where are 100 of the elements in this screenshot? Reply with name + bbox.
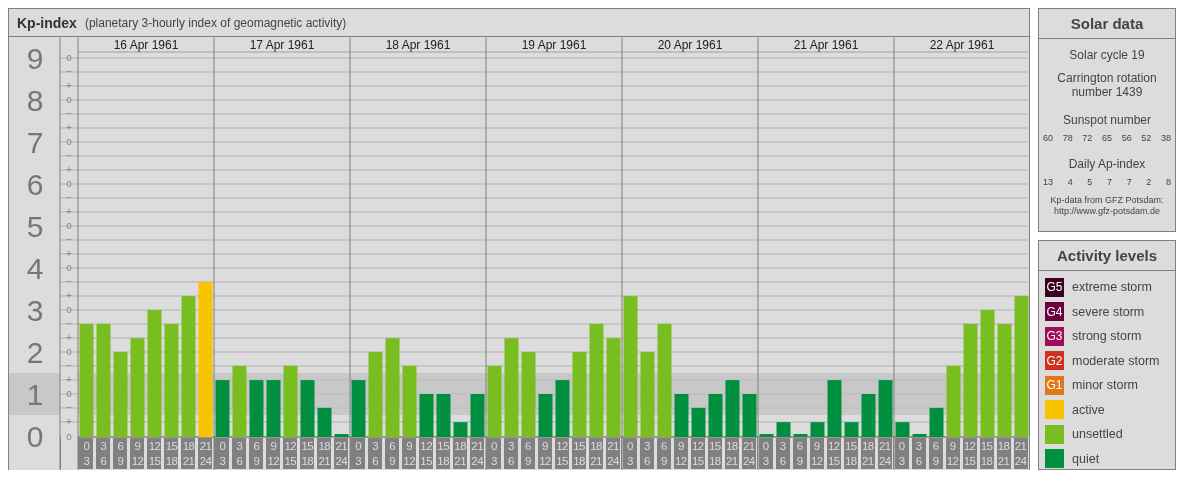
hour-range-label: 3 6 <box>368 438 383 469</box>
panel-subtitle: (planetary 3-hourly index of geomagnetic activity) <box>84 15 347 30</box>
tick-label: − <box>66 276 72 288</box>
hour-range-label: 6 9 <box>249 438 264 469</box>
tick-label: o <box>66 262 72 274</box>
level-label: unsettled <box>1072 427 1123 442</box>
tick-label: − <box>66 360 72 372</box>
hour-range-label: 21 24 <box>334 438 349 469</box>
tick-label: + <box>66 416 72 428</box>
level-label: minor storm <box>1072 378 1138 393</box>
hour-range-label: 3 6 <box>232 438 247 469</box>
tick-label: − <box>66 402 72 414</box>
axis-label: 0 <box>26 420 44 453</box>
sunspot-value: 52 <box>1141 133 1152 143</box>
hour-range-label: 12 15 <box>283 438 298 469</box>
hour-range-label: 15 18 <box>436 438 451 469</box>
hour-range-label: 12 15 <box>419 438 434 469</box>
tick-label: − <box>66 66 72 78</box>
tick-label: + <box>66 332 72 344</box>
hour-range-label: 3 6 <box>96 438 111 469</box>
level-badge: G5 <box>1045 277 1064 297</box>
axis-label: 2 <box>26 335 44 369</box>
sunspot-value: 38 <box>1160 133 1171 143</box>
tick-label: o <box>66 94 72 106</box>
level-label: strong storm <box>1072 329 1142 344</box>
tick-label: o <box>66 52 72 64</box>
solar-cycle-text: Solar cycle 19 <box>1068 48 1146 62</box>
hour-range-label: 12 15 <box>555 438 569 469</box>
hour-range-label: 18 21 <box>453 438 468 469</box>
tick-label: o <box>66 430 72 442</box>
level-badge: G1 <box>1045 375 1064 395</box>
hour-range-label: 0 3 <box>79 438 94 469</box>
axis-label: 8 <box>26 83 44 117</box>
hour-range-label: 15 18 <box>300 438 315 469</box>
ap-value: 2 <box>1146 177 1152 187</box>
sunspot-value: 65 <box>1101 133 1112 143</box>
sunspot-value: 72 <box>1082 133 1093 143</box>
tick-label: + <box>66 122 72 134</box>
ap-value: 8 <box>1165 177 1171 187</box>
level-label: moderate storm <box>1072 353 1160 368</box>
ap-value: 5 <box>1087 177 1093 187</box>
hour-range-label: 18 21 <box>181 438 196 469</box>
sunspot-value: 60 <box>1043 133 1053 143</box>
level-label: severe storm <box>1072 304 1145 319</box>
hour-range-label: 21 24 <box>606 438 620 469</box>
hour-range-label: 9 12 <box>130 438 145 469</box>
hour-range-label: 6 9 <box>113 438 128 469</box>
panel-title: Solar data <box>1039 9 1175 39</box>
tick-label: + <box>66 80 72 92</box>
hour-range-label: 3 6 <box>504 438 518 469</box>
hour-range-label: 15 18 <box>164 438 179 469</box>
date-label: 17 Apr 1961 <box>249 38 315 52</box>
level-badge: G3 <box>1045 326 1064 346</box>
hour-range-label: 9 12 <box>538 438 552 469</box>
hour-range-label: 15 18 <box>572 438 586 469</box>
hour-range-label: 6 9 <box>521 438 535 469</box>
panel-title: Kp-index <box>17 14 77 31</box>
date-label: 22 Apr 1961 <box>929 38 995 52</box>
axis-label: 1 <box>26 378 44 411</box>
axis-label: 3 <box>26 293 44 327</box>
tick-label: − <box>66 192 72 204</box>
hour-range-label: 0 3 <box>351 438 366 469</box>
tick-label: o <box>66 220 72 232</box>
date-label: 16 Apr 1961 <box>113 38 179 52</box>
tick-label: o <box>66 346 72 358</box>
axis-label: 9 <box>26 41 44 75</box>
ap-value: 7 <box>1106 177 1112 187</box>
credit-text: http://www.gfz-potsdam.de <box>1052 206 1162 217</box>
hour-range-label: 21 24 <box>198 438 213 469</box>
hour-range-label: 18 21 <box>589 438 603 469</box>
level-badge: G2 <box>1045 351 1064 371</box>
tick-label: − <box>66 150 72 162</box>
date-label: 19 Apr 1961 <box>521 38 587 52</box>
tick-label: − <box>66 234 72 246</box>
tick-label: − <box>66 318 72 330</box>
axis-label: 5 <box>26 209 44 243</box>
tick-label: o <box>66 136 72 148</box>
ap-value: 4 <box>1067 177 1073 187</box>
axis-label: 6 <box>26 167 44 201</box>
tick-label: + <box>66 374 72 386</box>
credit-text: Kp-data from GFZ Potsdam: <box>1049 195 1165 206</box>
tick-label: − <box>66 108 72 120</box>
carrington-text: Carrington rotation number 1439 <box>1056 71 1158 99</box>
date-label: 18 Apr 1961 <box>385 38 451 52</box>
section-heading: Sunspot number <box>1061 113 1153 127</box>
level-badge: G4 <box>1045 302 1064 322</box>
level-label: active <box>1072 402 1105 417</box>
tick-label: + <box>66 290 72 302</box>
hour-range-label: 0 3 <box>487 438 501 469</box>
axis-label: 4 <box>26 251 44 285</box>
ap-value: 13 <box>1043 177 1053 187</box>
hour-range-label: 9 12 <box>402 438 417 469</box>
tick-label: + <box>66 164 72 176</box>
ap-value: 7 <box>1126 177 1132 187</box>
tick-label: o <box>66 388 72 400</box>
hour-range-label: 21 24 <box>470 438 485 469</box>
hour-range-label: 12 15 <box>147 438 162 469</box>
tick-label: o <box>66 304 72 316</box>
level-label: extreme storm <box>1072 280 1152 295</box>
sunspot-value: 78 <box>1062 133 1073 143</box>
